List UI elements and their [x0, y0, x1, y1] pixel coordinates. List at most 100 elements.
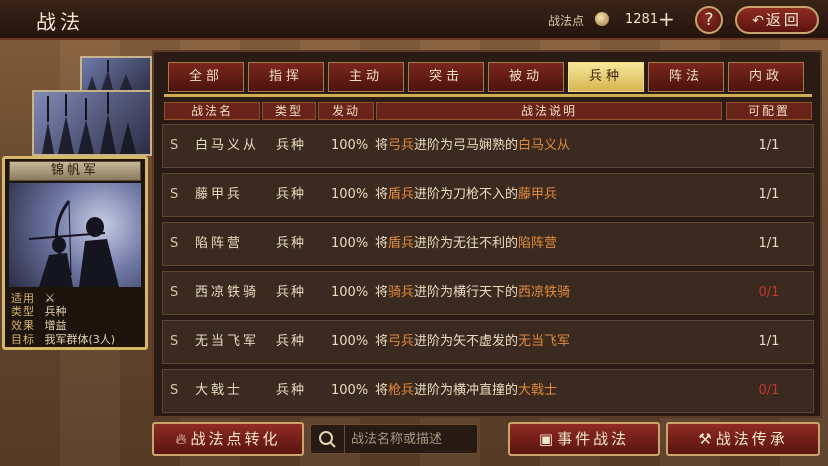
tactic-row[interactable]: S 西凉铁骑 兵种 100% 将骑兵进阶为横行天下的西凉铁骑 0/1	[162, 271, 814, 315]
description-highlight: 骑兵	[388, 285, 415, 300]
tactic-trigger-rate: 100%	[331, 138, 369, 153]
tactic-row[interactable]: S 陷阵营 兵种 100% 将盾兵进阶为无往不利的陷阵营 1/1	[162, 222, 814, 266]
tactic-description: 将骑兵进阶为横行天下的西凉铁骑	[375, 272, 570, 314]
tab-troop-type[interactable]: 兵种	[568, 62, 644, 92]
tab-assault[interactable]: 突击	[408, 62, 484, 92]
tactic-trigger-rate: 100%	[331, 383, 369, 398]
tactic-name: 大戟士	[195, 383, 244, 398]
back-button-label: 返回	[765, 11, 802, 29]
tactic-type: 兵种	[276, 236, 307, 251]
back-arrow-icon: ↶	[752, 13, 764, 29]
tactic-trigger-rate: 100%	[331, 236, 369, 251]
description-text: 将	[375, 138, 389, 153]
card-info-value: 增益	[44, 319, 67, 332]
card-info-row: 适用 ⚔	[11, 291, 141, 305]
tactic-row[interactable]: S 大戟士 兵种 100% 将枪兵进阶为横冲直撞的大戟士 0/1	[162, 369, 814, 413]
tactic-row[interactable]: S 白马义从 兵种 100% 将弓兵进阶为弓马娴熟的白马义从 1/1	[162, 124, 814, 168]
tab-passive[interactable]: 被动	[488, 62, 564, 92]
tactic-type: 兵种	[276, 383, 307, 398]
description-text: 进阶为弓马娴熟的	[414, 138, 519, 153]
tactic-config-count: 1/1	[758, 138, 780, 153]
troops-silhouette-icon	[86, 60, 134, 94]
card-info-value: 兵种	[44, 305, 67, 318]
description-highlight: 弓兵	[388, 334, 415, 349]
flame-icon: 🔥︎	[175, 430, 187, 448]
tactic-type: 兵种	[276, 285, 307, 300]
card-name: 锦帆军	[9, 161, 141, 181]
description-text: 将	[375, 187, 389, 202]
tactic-name: 陷阵营	[195, 236, 244, 251]
tactic-description: 将弓兵进阶为矢不虚发的无当飞军	[375, 321, 570, 363]
tactic-config-count: 1/1	[758, 236, 780, 251]
header-tactic-name: 战法名	[164, 102, 260, 120]
tactic-name: 西凉铁骑	[195, 285, 260, 300]
event-tactics-button[interactable]: ▣ 事件战法	[508, 422, 660, 456]
book-icon: ▣	[538, 430, 554, 448]
card-info-key: 效果	[11, 319, 35, 332]
add-points-button[interactable]: +	[658, 9, 675, 29]
card-info-key: 目标	[11, 333, 35, 346]
header-description: 战法说明	[376, 102, 722, 120]
card-info-key: 类型	[11, 305, 35, 318]
tactic-description: 将盾兵进阶为刀枪不入的藤甲兵	[375, 174, 557, 216]
help-button[interactable]: ?	[695, 6, 723, 34]
description-highlight: 大戟士	[518, 383, 558, 398]
tactic-name: 藤甲兵	[195, 187, 244, 202]
card-info-row: 效果 增益	[11, 319, 141, 333]
card-thumbnail-middle[interactable]	[32, 90, 152, 156]
tactic-config-count: 1/1	[758, 187, 780, 202]
description-text: 将	[375, 285, 389, 300]
tactic-config-count: 0/1	[758, 383, 780, 398]
spearmen-silhouette-icon	[42, 92, 136, 154]
search-box[interactable]	[310, 424, 478, 454]
tab-command[interactable]: 指挥	[248, 62, 324, 92]
tactic-trigger-rate: 100%	[331, 334, 369, 349]
card-info-row: 类型 兵种	[11, 305, 141, 319]
header-type: 类型	[262, 102, 316, 120]
description-highlight: 陷阵营	[518, 236, 558, 251]
card-info-key: 适用	[11, 292, 35, 305]
description-text: 进阶为横行天下的	[414, 285, 519, 300]
tab-underline	[164, 94, 812, 97]
page-title: 战法	[36, 10, 84, 34]
selected-tactic-card[interactable]: 锦帆军 适用 ⚔ 类型 兵种 效果 增益 目标 我军群体(3人)	[2, 156, 148, 350]
description-highlight: 无当飞军	[518, 334, 571, 349]
crossed-weapons-icon: ⚔	[44, 291, 56, 305]
tactics-panel: 全部 指挥 主动 突击 被动 兵种 阵法 内政 战法名 类型 发动 战法说明 可…	[152, 50, 822, 418]
tactic-config-count: 0/1	[758, 285, 780, 300]
tab-active[interactable]: 主动	[328, 62, 404, 92]
archer-silhouette-icon	[28, 200, 119, 287]
description-highlight: 藤甲兵	[518, 187, 558, 202]
tab-internal-affairs[interactable]: 内政	[728, 62, 804, 92]
tactic-row[interactable]: S 藤甲兵 兵种 100% 将盾兵进阶为刀枪不入的藤甲兵 1/1	[162, 173, 814, 217]
tactic-grade: S	[170, 187, 179, 202]
top-bar: 战法 战法点 1281 + ? ↶ 返回	[0, 0, 828, 40]
search-icon[interactable]	[311, 425, 345, 453]
description-text: 进阶为矢不虚发的	[414, 334, 519, 349]
header-configurable: 可配置	[726, 102, 812, 120]
tactic-inherit-button[interactable]: ⚒ 战法传承	[666, 422, 820, 456]
search-input[interactable]	[351, 428, 475, 450]
convert-points-label: 战法点转化	[190, 430, 281, 448]
tactic-description: 将弓兵进阶为弓马娴熟的白马义从	[375, 125, 570, 167]
description-text: 将	[375, 236, 389, 251]
description-highlight: 盾兵	[388, 187, 415, 202]
tactic-description: 将盾兵进阶为无往不利的陷阵营	[375, 223, 557, 265]
tactic-grade: S	[170, 236, 179, 251]
description-highlight: 盾兵	[388, 236, 415, 251]
tactic-trigger-rate: 100%	[331, 187, 369, 202]
description-text: 将	[375, 383, 389, 398]
description-text: 将	[375, 334, 389, 349]
description-highlight: 西凉铁骑	[518, 285, 571, 300]
convert-points-button[interactable]: 🔥︎ 战法点转化	[152, 422, 304, 456]
tactic-name: 无当飞军	[195, 334, 260, 349]
tab-formation[interactable]: 阵法	[648, 62, 724, 92]
header-trigger: 发动	[318, 102, 374, 120]
tab-all[interactable]: 全部	[168, 62, 244, 92]
tactic-inherit-label: 战法传承	[715, 430, 788, 448]
description-text: 进阶为刀枪不入的	[414, 187, 519, 202]
back-button[interactable]: ↶ 返回	[735, 6, 819, 34]
description-text: 进阶为横冲直撞的	[414, 383, 519, 398]
description-text: 进阶为无往不利的	[414, 236, 519, 251]
tactic-row[interactable]: S 无当飞军 兵种 100% 将弓兵进阶为矢不虚发的无当飞军 1/1	[162, 320, 814, 364]
